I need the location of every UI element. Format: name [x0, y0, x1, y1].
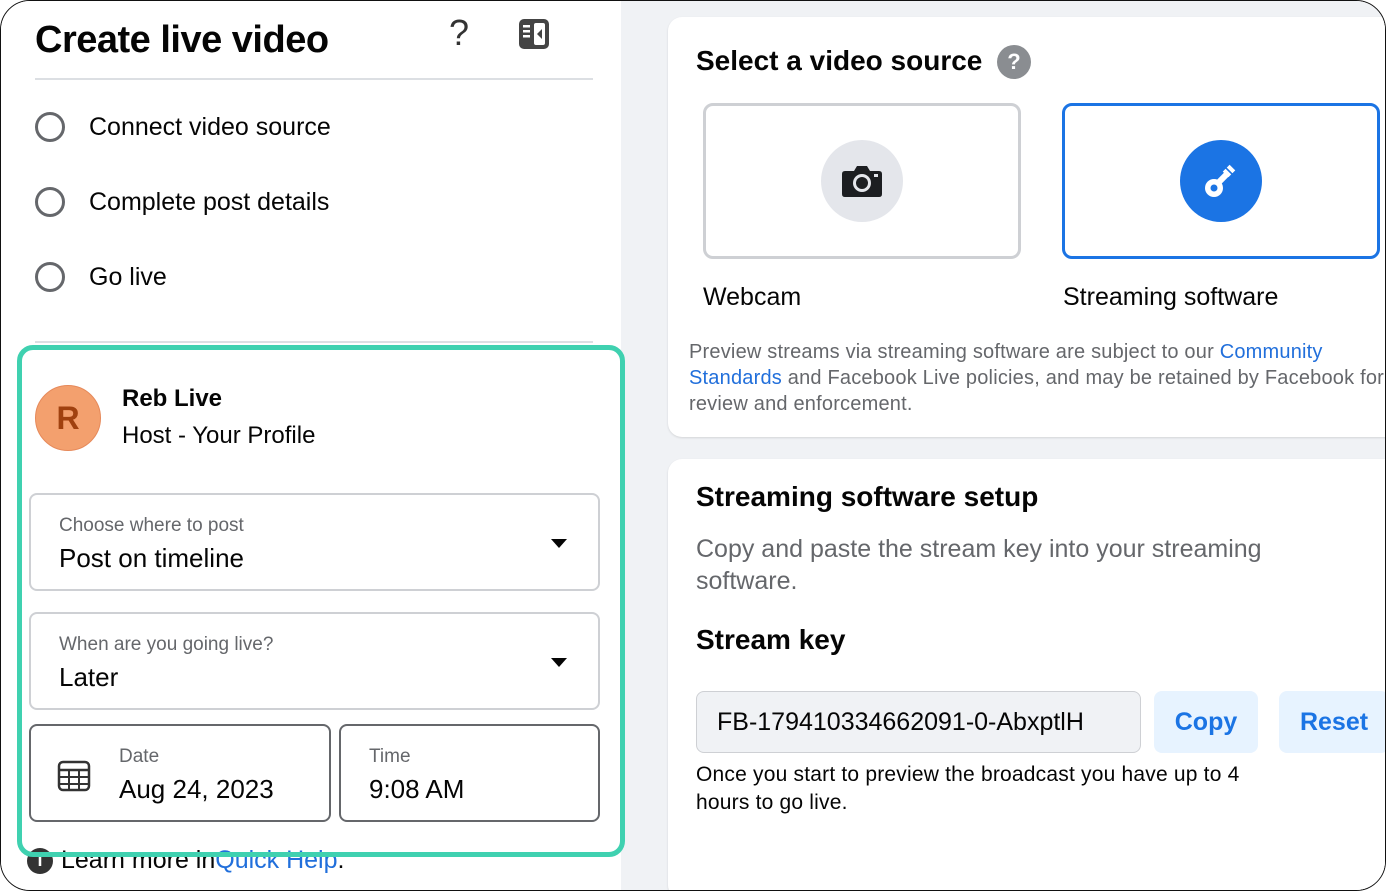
window-frame: Create live video ? Connect video source…: [0, 0, 1386, 891]
radio-circle-icon[interactable]: [35, 262, 65, 292]
note-suffix: and Facebook Live policies, and may be r…: [689, 367, 1385, 415]
page-title: Create live video: [35, 19, 329, 61]
step-go-live[interactable]: Go live: [35, 259, 167, 295]
setup-title: Streaming software setup: [696, 481, 1039, 512]
note-prefix: Preview streams via streaming software a…: [689, 341, 1220, 363]
radio-circle-icon[interactable]: [35, 112, 65, 142]
stream-key-field[interactable]: FB-179410334662091-0-AbxptlH: [696, 691, 1141, 753]
stream-key-note: Once you start to preview the broadcast …: [696, 763, 1240, 814]
stream-key-title: Stream key: [696, 624, 846, 655]
step-label: Complete post details: [89, 187, 330, 216]
webcam-option[interactable]: [703, 103, 1021, 259]
source-note: Preview streams via streaming software a…: [689, 339, 1385, 417]
video-source-title: Select a video source: [696, 45, 983, 76]
key-icon: [1180, 140, 1262, 222]
streaming-software-option[interactable]: [1062, 103, 1380, 259]
camera-icon: [821, 140, 903, 222]
help-icon[interactable]: ?: [449, 13, 469, 53]
step-complete-post-details[interactable]: Complete post details: [35, 184, 329, 220]
streaming-setup-card: [668, 459, 1385, 890]
left-panel: Create live video ? Connect video source…: [1, 1, 625, 890]
highlight-box: [17, 345, 625, 857]
step-label: Go live: [89, 262, 167, 291]
reset-button[interactable]: Reset: [1279, 691, 1385, 753]
divider: [35, 78, 593, 80]
streaming-software-label: Streaming software: [1063, 283, 1279, 311]
step-connect-video-source[interactable]: Connect video source: [35, 109, 331, 145]
step-label: Connect video source: [89, 112, 331, 141]
copy-button[interactable]: Copy: [1154, 691, 1258, 753]
webcam-label: Webcam: [703, 283, 802, 311]
help-badge-icon[interactable]: ?: [997, 45, 1031, 79]
setup-description: Copy and paste the stream key into your …: [696, 535, 1262, 595]
radio-circle-icon[interactable]: [35, 187, 65, 217]
sidebar-toggle-icon[interactable]: [517, 17, 551, 51]
divider: [35, 341, 593, 343]
